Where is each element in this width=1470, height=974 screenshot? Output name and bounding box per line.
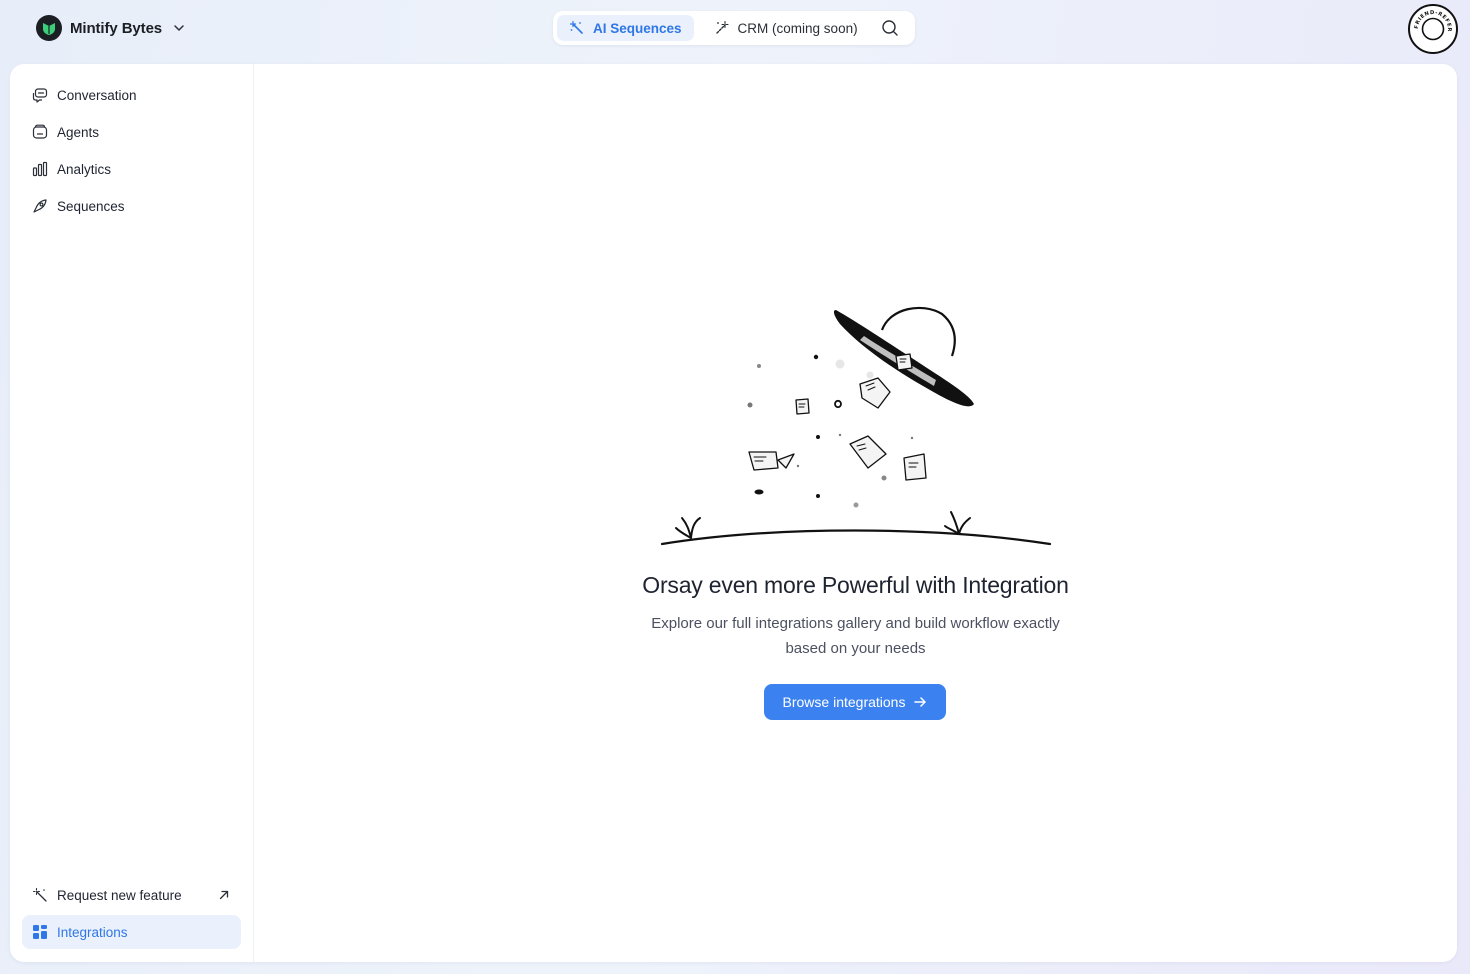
sidebar-item-conversation[interactable]: Conversation bbox=[22, 78, 241, 112]
empty-state-subtitle: Explore our full integrations gallery an… bbox=[651, 615, 1060, 657]
sidebar-item-request-feature[interactable]: Request new feature bbox=[22, 878, 241, 912]
sidebar-item-label: Conversation bbox=[57, 87, 137, 103]
sidebar-item-sequences[interactable]: Sequences bbox=[22, 189, 241, 223]
sequences-icon bbox=[32, 198, 48, 214]
leaf-shield-icon bbox=[36, 15, 62, 41]
sidebar-item-label: Analytics bbox=[57, 161, 112, 177]
search-icon[interactable] bbox=[879, 17, 901, 39]
referral-badge-icon[interactable]: FRIEND-REFER bbox=[1408, 4, 1458, 54]
sidebar-item-label: Request new feature bbox=[57, 887, 182, 903]
sidebar-bottom: Request new feature Integrations bbox=[10, 878, 253, 952]
agents-icon bbox=[32, 124, 48, 140]
sidebar: Conversation Agents Analytics Sequences … bbox=[10, 64, 254, 962]
arrow-right-icon bbox=[913, 695, 927, 709]
chat-bubbles-icon bbox=[32, 87, 48, 103]
sparkle-wand-icon bbox=[714, 20, 730, 36]
svg-text:FRIEND-REFER: FRIEND-REFER bbox=[1414, 10, 1452, 32]
chevron-down-icon bbox=[172, 21, 186, 35]
tab-ai-sequences-label: AI Sequences bbox=[593, 20, 682, 36]
arrow-up-right-icon bbox=[217, 888, 231, 902]
top-navigation: AI Sequences CRM (coming soon) bbox=[553, 11, 915, 45]
tab-crm-label: CRM (coming soon) bbox=[737, 20, 858, 36]
magic-wand-icon bbox=[32, 887, 48, 903]
sidebar-item-label: Agents bbox=[57, 124, 100, 140]
sidebar-item-agents[interactable]: Agents bbox=[22, 115, 241, 149]
content-area: Orsay even more Powerful with Integratio… bbox=[254, 64, 1457, 962]
badge-text: FRIEND-REFER bbox=[1414, 10, 1452, 32]
sidebar-item-integrations[interactable]: Integrations bbox=[22, 915, 241, 949]
browse-integrations-button[interactable]: Browse integrations bbox=[764, 684, 946, 720]
workspace-name: Mintify Bytes bbox=[70, 19, 163, 37]
sidebar-item-label: Integrations bbox=[57, 924, 128, 940]
empty-state-title: Orsay even more Powerful with Integratio… bbox=[642, 572, 1069, 598]
workspace-switcher[interactable]: Mintify Bytes bbox=[36, 15, 186, 41]
tab-ai-sequences[interactable]: AI Sequences bbox=[557, 15, 694, 41]
browse-integrations-label: Browse integrations bbox=[782, 694, 906, 710]
grid-icon bbox=[32, 924, 48, 940]
sidebar-item-label: Sequences bbox=[57, 198, 125, 214]
bar-chart-icon bbox=[32, 161, 48, 177]
magic-wand-icon bbox=[569, 20, 585, 36]
main-card: Conversation Agents Analytics Sequences … bbox=[10, 64, 1457, 962]
sidebar-item-analytics[interactable]: Analytics bbox=[22, 152, 241, 186]
tab-crm[interactable]: CRM (coming soon) bbox=[702, 15, 870, 41]
ufo-illustration bbox=[660, 306, 1052, 546]
